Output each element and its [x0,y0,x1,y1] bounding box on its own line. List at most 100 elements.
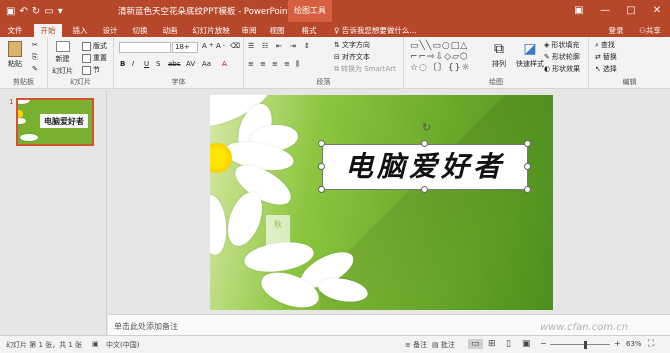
paste-button[interactable]: 粘贴 [8,41,22,69]
font-name-combo[interactable] [119,42,171,53]
numbering-icon[interactable]: ☷ [262,42,268,50]
line-spacing-icon[interactable]: ↕ [304,42,310,50]
redo-icon[interactable]: ↻ [32,6,40,17]
tab-slideshow[interactable]: 幻灯片放映 [188,24,234,37]
char-spacing-icon[interactable]: AV [186,60,195,68]
normal-view-icon[interactable]: ▭ [468,339,483,349]
login-link[interactable]: 登录 [606,24,626,37]
grow-font-icon[interactable]: A + [202,42,214,50]
smartart-button[interactable]: ⧉ 转换为 SmartArt [334,64,396,74]
align-text-button[interactable]: ⊟ 对齐文本 [334,52,370,62]
resize-handle[interactable] [318,140,325,147]
thumb-flower-center [18,110,23,118]
font-size-combo[interactable]: 18+ [172,42,198,53]
italic-icon[interactable]: I [132,60,134,68]
rotate-handle-icon[interactable]: ↻ [422,121,431,134]
editing-group: ⌕ 查找 ⇄ 替换 ↖ 选择 编辑 [589,37,670,89]
minimize-button[interactable]: — [592,0,618,22]
align-right-icon[interactable]: ≡ [272,60,278,68]
clipboard-group-label: 剪贴板 [13,78,34,86]
share-button[interactable]: ⚇共享 [634,24,666,37]
tab-file[interactable]: 文件 [4,24,26,37]
text-direction-button[interactable]: ⇅ 文字方向 [334,40,370,50]
shadow-icon[interactable]: S [156,60,160,68]
bullets-icon[interactable]: ☰ [248,42,254,50]
zoom-slider[interactable] [550,344,610,345]
replace-button[interactable]: ⇄ 替换 [595,52,617,62]
align-left-icon[interactable]: ≡ [248,60,254,68]
copy-icon[interactable]: ⎘ [32,53,38,62]
format-painter-icon[interactable]: ✎ [32,65,38,73]
quick-styles-button[interactable]: ◪ 快速样式 [516,41,544,69]
shape-effects-button[interactable]: ◐ 形状效果 [544,64,580,74]
resize-handle[interactable] [318,163,325,170]
tab-view[interactable]: 视图 [266,24,288,37]
slide-sorter-icon[interactable]: ⊞ [488,339,496,349]
start-slideshow-icon[interactable]: ▭ [44,6,53,17]
comments-toggle[interactable]: ▤ 批注 [432,340,455,350]
resize-handle[interactable] [421,186,428,193]
reset-icon [82,53,91,63]
resize-handle[interactable] [524,163,531,170]
tab-format[interactable]: 格式 [296,24,322,37]
decrease-indent-icon[interactable]: ⇤ [276,42,282,50]
language-indicator[interactable]: 中文(中国) [106,340,139,350]
spellcheck-icon[interactable]: ▣ [92,340,99,348]
new-slide-icon [55,41,70,52]
cut-icon[interactable]: ✂ [32,41,38,49]
save-icon[interactable]: ▣ [6,6,15,17]
slide-title-textbox[interactable]: 电脑爱好者 [322,144,528,190]
resize-handle[interactable] [524,140,531,147]
tab-animations[interactable]: 动画 [158,24,182,37]
resize-handle[interactable] [318,186,325,193]
ribbon-display-icon[interactable]: ▣ [566,0,592,22]
ribbon-tabs: 文件 开始 插入 设计 切换 动画 幻灯片放映 审阅 视图 格式 ♀ 告诉我您想… [0,22,670,37]
tab-review[interactable]: 审阅 [238,24,260,37]
clear-format-icon[interactable]: ⌫ [230,42,240,50]
fit-to-window-icon[interactable]: ⛶ [648,339,654,349]
change-case-icon[interactable]: Aa [202,60,211,68]
tab-home[interactable]: 开始 [34,24,62,37]
shapes-gallery[interactable]: ▭╲╲▭○□△ ⌐⌐⇨⇩◇▱⬡ ☆◌〔〕{}☼ [410,41,484,75]
slideshow-view-icon[interactable]: ▣ [522,339,531,349]
find-button[interactable]: ⌕ 查找 [595,40,615,50]
cursor-icon: ↖ [595,65,601,73]
new-slide-button[interactable]: 新建 幻灯片 [52,41,73,76]
layout-button[interactable]: 版式 [82,41,107,51]
align-center-icon[interactable]: ≡ [260,60,266,68]
customize-qat-icon[interactable]: ▾ [58,6,63,17]
arrange-button[interactable]: ⧉ 排列 [492,41,506,69]
slide[interactable]: 秋 电脑爱好者 ↻ [210,95,553,310]
resize-handle[interactable] [524,186,531,193]
tell-me-box[interactable]: ♀ 告诉我您想要做什么... [334,24,444,37]
tab-transitions[interactable]: 切换 [128,24,152,37]
notes-toggle[interactable]: ≡ 备注 [405,340,427,350]
section-button[interactable]: 节 [82,65,100,75]
zoom-in-button[interactable]: + [614,339,621,348]
undo-icon[interactable]: ↶ [19,6,27,17]
reading-view-icon[interactable]: ▯ [506,339,511,349]
zoom-level[interactable]: 63% [626,340,642,348]
underline-icon[interactable]: U [144,60,149,68]
font-color-icon[interactable]: A [222,60,227,68]
select-button[interactable]: ↖ 选择 [595,64,617,74]
reset-button[interactable]: 重置 [82,53,107,63]
slide-thumbnail[interactable]: 电脑爱好者 [16,98,94,146]
shrink-font-icon[interactable]: A- [216,42,225,50]
increase-indent-icon[interactable]: ⇥ [290,42,296,50]
justify-icon[interactable]: ≡ [284,60,290,68]
resize-handle[interactable] [421,140,428,147]
shape-outline-button[interactable]: ✎ 形状轮廓 [544,52,580,62]
zoom-out-button[interactable]: − [540,339,547,348]
shape-fill-button[interactable]: ◈ 形状填充 [544,40,579,50]
columns-icon[interactable]: ⫼ [296,60,299,69]
tab-insert[interactable]: 插入 [68,24,92,37]
tab-design[interactable]: 设计 [98,24,122,37]
close-button[interactable]: ✕ [644,0,670,22]
bold-icon[interactable]: B [120,60,125,68]
drawing-tools-context: 绘图工具 [288,0,332,22]
maximize-button[interactable]: □ [618,0,644,22]
zoom-slider-thumb[interactable] [584,341,587,349]
strikethrough-icon[interactable]: abc [168,60,181,68]
layout-icon [82,41,91,51]
